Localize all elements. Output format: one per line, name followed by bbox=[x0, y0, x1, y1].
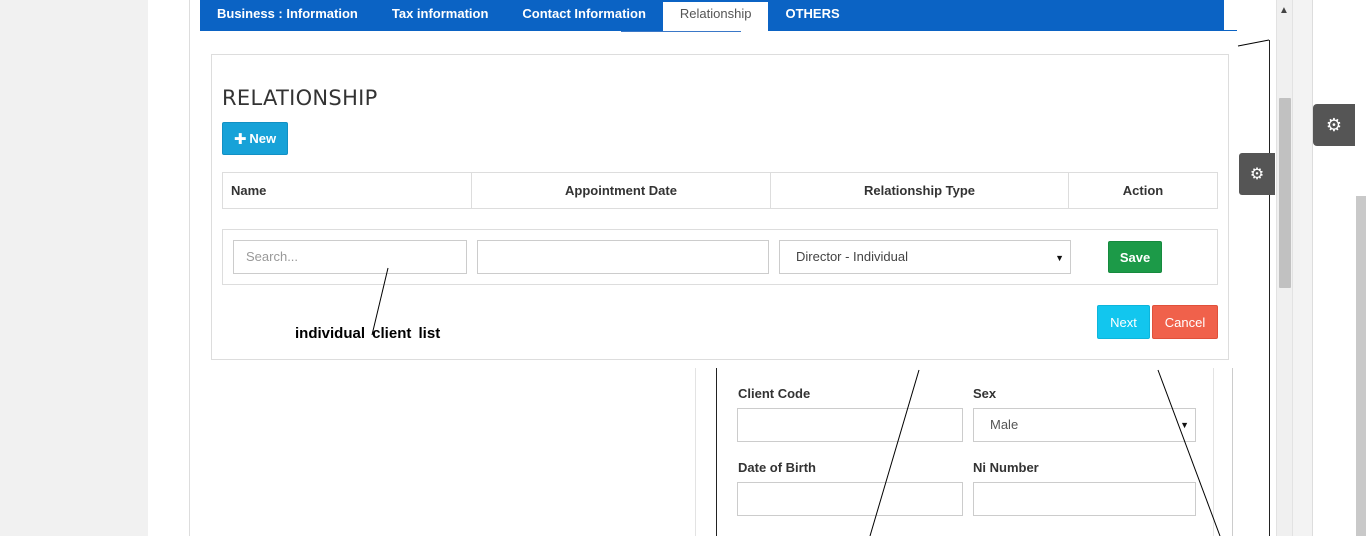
name-search-input[interactable]: Search... bbox=[233, 240, 467, 274]
table-row: Search... Director - Individual ▼ Save bbox=[222, 229, 1218, 285]
frame-border-inner bbox=[1232, 360, 1233, 536]
gear-icon: ⚙ bbox=[1325, 114, 1343, 135]
relationship-type-value: Director - Individual bbox=[796, 249, 908, 264]
caret-down-icon: ▼ bbox=[1055, 253, 1064, 263]
new-relationship-button[interactable]: ✚ New bbox=[222, 122, 288, 155]
column-header-action: Action bbox=[1122, 183, 1164, 198]
column-header-relationship-type: Relationship Type bbox=[771, 173, 1069, 208]
appointment-date-input[interactable] bbox=[477, 240, 769, 274]
caret-down-icon: ▼ bbox=[1180, 420, 1189, 430]
tab-business-information[interactable]: Business : Information bbox=[200, 0, 375, 31]
plus-icon: ✚ bbox=[233, 130, 247, 148]
relationship-type-select[interactable]: Director - Individual ▼ bbox=[779, 240, 1071, 274]
tab-tax-information[interactable]: Tax information bbox=[375, 0, 506, 31]
cancel-button[interactable]: Cancel bbox=[1152, 305, 1218, 339]
client-code-input[interactable] bbox=[737, 408, 963, 442]
ni-number-input[interactable] bbox=[973, 482, 1196, 516]
page-title: RELATIONSHIP bbox=[222, 86, 378, 110]
gear-icon: ⚙ bbox=[1249, 166, 1265, 183]
sex-select[interactable]: Male ▼ bbox=[973, 408, 1196, 442]
settings-button[interactable]: ⚙ bbox=[1313, 104, 1355, 146]
settings-button-secondary[interactable]: ⚙ bbox=[1239, 153, 1275, 195]
scrollbar-thumb[interactable] bbox=[1279, 98, 1291, 288]
sex-label: Sex bbox=[973, 386, 997, 401]
left-divider bbox=[189, 0, 190, 536]
right-gutter bbox=[1292, 0, 1312, 536]
tab-bar: Business : Information Tax information C… bbox=[200, 0, 1224, 31]
relationship-table-header: Name Appointment Date Relationship Type … bbox=[222, 172, 1218, 209]
outer-scrollbar-thumb[interactable] bbox=[1356, 196, 1366, 536]
ni-number-label: Ni Number bbox=[973, 460, 1039, 475]
tab-underline bbox=[621, 31, 741, 32]
client-code-label: Client Code bbox=[738, 386, 811, 401]
tab-others[interactable]: OTHERS bbox=[768, 0, 856, 31]
column-header-appointment-date: Appointment Date bbox=[472, 173, 771, 208]
next-button[interactable]: Next bbox=[1097, 305, 1150, 339]
sex-select-value: Male bbox=[990, 417, 1019, 432]
tab-contact-information[interactable]: Contact Information bbox=[505, 0, 663, 31]
tab-bar-edge bbox=[1224, 0, 1237, 31]
new-button-label: New bbox=[249, 131, 277, 146]
date-of-birth-label: Date of Birth bbox=[738, 460, 816, 475]
save-button[interactable]: Save bbox=[1108, 241, 1162, 273]
background-column-divider bbox=[695, 360, 696, 536]
tab-relationship[interactable]: Relationship bbox=[662, 0, 769, 31]
arrow-up-icon[interactable]: ▲ bbox=[1278, 4, 1290, 18]
background-client-form: Client Code Sex Male ▼ Date of Birth Ni … bbox=[716, 360, 1214, 536]
date-of-birth-input[interactable] bbox=[737, 482, 963, 516]
annotation-label: individual client list bbox=[295, 325, 441, 342]
frame-border-right bbox=[1269, 40, 1270, 536]
column-header-name: Name bbox=[223, 173, 472, 208]
